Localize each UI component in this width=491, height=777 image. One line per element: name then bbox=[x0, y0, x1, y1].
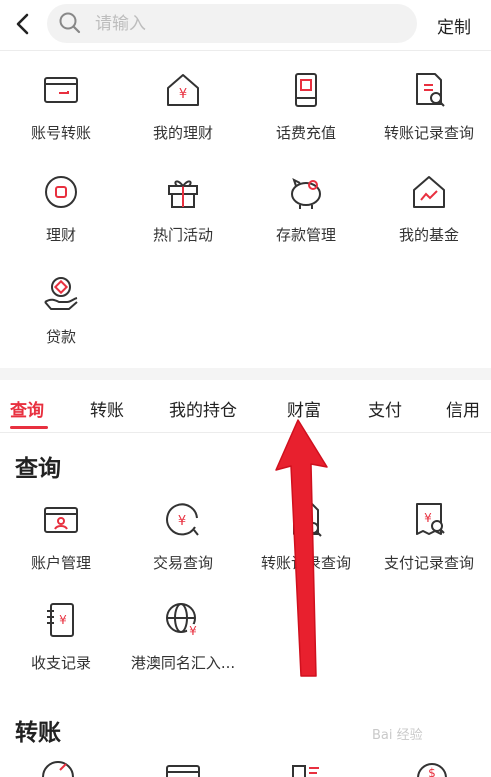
ledger-icon: ¥ bbox=[47, 603, 74, 637]
pay-record-icon: ¥ bbox=[416, 503, 445, 535]
grid-item-label: 转账记录查询 bbox=[260, 554, 351, 572]
search-input[interactable] bbox=[95, 4, 395, 43]
back-button[interactable] bbox=[8, 8, 38, 40]
fund-house-icon bbox=[413, 176, 445, 208]
section-gap bbox=[0, 368, 491, 380]
grid-item-payment-record-query[interactable]: ¥ 支付记录查询 bbox=[368, 500, 490, 590]
grid-item-label: 账号转账 bbox=[30, 124, 91, 142]
section-title-query: 查询 bbox=[15, 456, 61, 482]
grid-item-hk-macau-remittance[interactable]: ¥ 港澳同名汇入... bbox=[122, 600, 244, 690]
grid-item-label: 理财 bbox=[45, 226, 76, 244]
gift-icon bbox=[168, 180, 198, 208]
home-yuan-icon: ¥ bbox=[167, 74, 199, 106]
loan-hand-icon bbox=[44, 277, 78, 310]
search-icon bbox=[59, 12, 81, 34]
grid-item-label: 我的基金 bbox=[398, 226, 459, 244]
svg-text:¥: ¥ bbox=[179, 87, 187, 102]
grid-item-label: 话费充值 bbox=[275, 124, 336, 142]
custom-button[interactable]: 定制 bbox=[437, 13, 471, 38]
grid-item-my-fund[interactable]: 我的基金 bbox=[368, 172, 490, 262]
grid-item-account-transfer[interactable]: 账号转账 bbox=[0, 70, 122, 160]
record-icon-partial[interactable] bbox=[287, 762, 327, 777]
grid-item-label: 存款管理 bbox=[275, 226, 336, 244]
account-card-icon bbox=[44, 507, 78, 533]
grid-item-finance[interactable]: 理财 bbox=[0, 172, 122, 262]
transfer-icon-partial[interactable] bbox=[38, 760, 78, 777]
coin-icon bbox=[45, 176, 77, 208]
grid-item-deposit-management[interactable]: 存款管理 bbox=[245, 172, 367, 262]
grid-item-label: 贷款 bbox=[45, 328, 76, 346]
header-divider bbox=[0, 50, 491, 51]
tab-wealth[interactable]: 财富 bbox=[287, 396, 321, 421]
grid-item-trade-query[interactable]: ¥ 交易查询 bbox=[122, 500, 244, 590]
header: 定制 bbox=[0, 0, 491, 50]
section-title-transfer: 转账 bbox=[15, 720, 61, 746]
transfer-record-icon bbox=[293, 503, 322, 537]
svg-text:¥: ¥ bbox=[189, 624, 197, 638]
grid-item-account-management[interactable]: 账户管理 bbox=[0, 500, 122, 590]
watermark: Bai 经验 bbox=[372, 728, 423, 743]
grid-item-hot-activity[interactable]: 热门活动 bbox=[122, 172, 244, 262]
grid-item-label: 交易查询 bbox=[152, 554, 213, 572]
grid-item-income-expense[interactable]: ¥ 收支记录 bbox=[0, 600, 122, 690]
grid-item-label: 港澳同名汇入... bbox=[130, 654, 236, 672]
globe-yuan-icon: ¥ bbox=[166, 603, 199, 638]
grid-item-label: 我的理财 bbox=[152, 124, 213, 142]
tab-transfer[interactable]: 转账 bbox=[90, 396, 124, 421]
search-box[interactable] bbox=[47, 4, 417, 43]
card-icon-partial[interactable] bbox=[163, 762, 203, 777]
svg-text:$: $ bbox=[428, 766, 436, 777]
grid-item-label: 热门活动 bbox=[152, 226, 213, 244]
grid-item-label: 账户管理 bbox=[30, 554, 91, 572]
svg-text:¥: ¥ bbox=[424, 511, 432, 525]
phone-icon bbox=[295, 73, 317, 107]
tabs-divider bbox=[0, 432, 491, 433]
chevron-left-icon bbox=[16, 13, 29, 35]
active-tab-indicator bbox=[10, 426, 48, 429]
tab-credit[interactable]: 信用 bbox=[446, 396, 480, 421]
svg-text:¥: ¥ bbox=[178, 514, 186, 529]
grid-item-label: 转账记录查询 bbox=[383, 124, 474, 142]
trade-search-icon: ¥ bbox=[166, 503, 199, 536]
grid-item-label: 支付记录查询 bbox=[383, 554, 474, 572]
grid-item-transfer-record-query-2[interactable]: 转账记录查询 bbox=[245, 500, 367, 590]
tab-my-holdings[interactable]: 我的持仓 bbox=[169, 396, 237, 421]
grid-item-phone-recharge[interactable]: 话费充值 bbox=[245, 70, 367, 160]
grid-item-label: 收支记录 bbox=[30, 654, 91, 672]
grid-item-transfer-record-query[interactable]: 转账记录查询 bbox=[368, 70, 490, 160]
svg-text:¥: ¥ bbox=[59, 613, 67, 627]
record-search-icon bbox=[416, 73, 445, 107]
piggy-bank-icon bbox=[291, 178, 321, 209]
dollar-icon-partial[interactable]: $ bbox=[412, 758, 452, 777]
grid-item-loan[interactable]: 贷款 bbox=[0, 274, 122, 364]
category-tabs: 查询 转账 我的持仓 财富 支付 信用 bbox=[0, 382, 491, 432]
tab-payment[interactable]: 支付 bbox=[368, 396, 402, 421]
card-icon bbox=[44, 77, 78, 103]
grid-item-my-wealth[interactable]: ¥ 我的理财 bbox=[122, 70, 244, 160]
tab-query[interactable]: 查询 bbox=[10, 396, 44, 421]
